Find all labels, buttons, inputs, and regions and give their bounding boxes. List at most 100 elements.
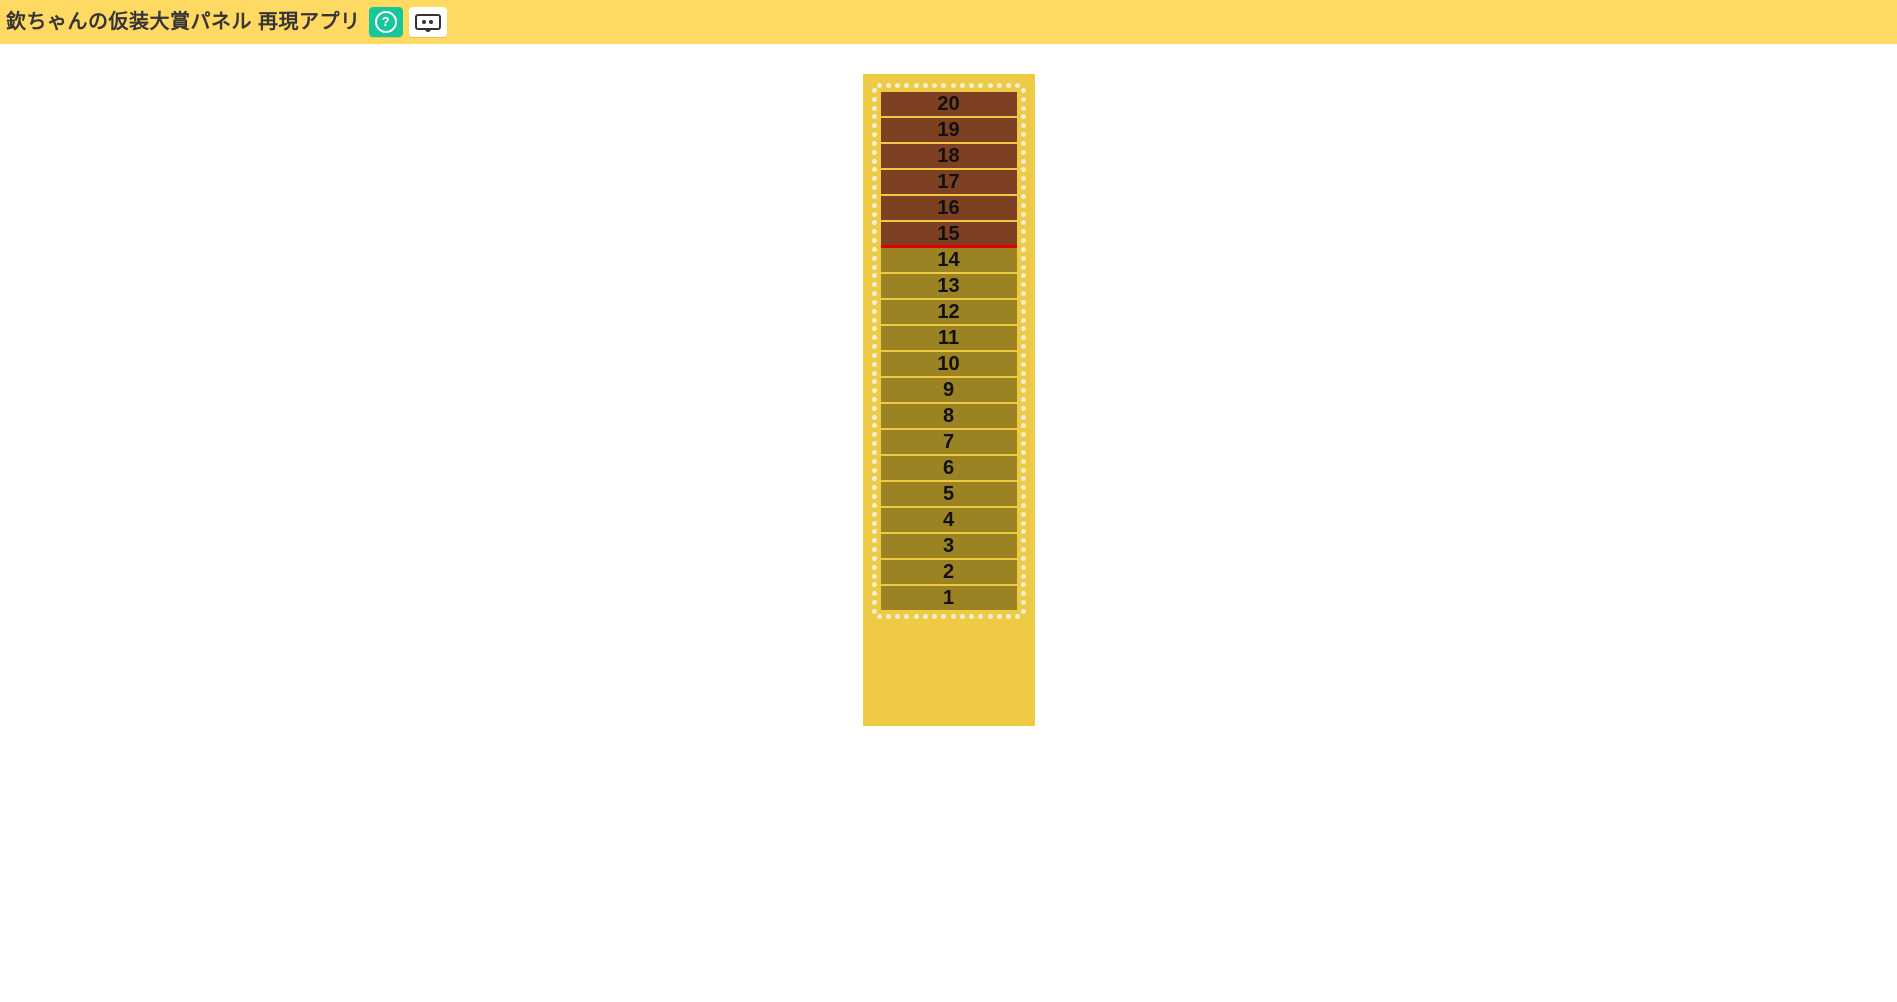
panel-dot	[872, 547, 877, 552]
panel-dot	[1021, 485, 1026, 490]
panel-dot	[872, 468, 877, 473]
panel-dot	[872, 476, 877, 481]
panel-dot	[1021, 468, 1026, 473]
panel-dot	[904, 83, 909, 88]
panel-dot	[1021, 185, 1026, 190]
panel-dot	[1021, 600, 1026, 605]
panel-dot	[872, 212, 877, 217]
panel-dot	[1021, 229, 1026, 234]
score-bar[interactable]: 16	[881, 196, 1017, 220]
panel-dot	[872, 538, 877, 543]
panel-dot	[1021, 512, 1026, 517]
panel-dot	[1021, 547, 1026, 552]
panel-dot	[1021, 335, 1026, 340]
panel-dot	[1021, 574, 1026, 579]
panel-dot	[1021, 406, 1026, 411]
panel-dot	[932, 614, 937, 619]
panel-dot	[872, 123, 877, 128]
panel-dot	[1021, 194, 1026, 199]
score-bar[interactable]: 19	[881, 118, 1017, 142]
panel-dot	[872, 415, 877, 420]
panel-dot	[1021, 167, 1026, 172]
score-panel-inner: 2019181716151413121110987654321	[875, 86, 1023, 616]
header-buttons: ?	[369, 7, 447, 37]
score-bar[interactable]: 3	[881, 534, 1017, 558]
panel-dot	[872, 318, 877, 323]
panel-dot	[872, 229, 877, 234]
app-header: 欽ちゃんの仮装大賞パネル 再現アプリ ?	[0, 0, 1897, 44]
panel-dot	[872, 265, 877, 270]
panel-dot	[1021, 203, 1026, 208]
panel-dot	[872, 88, 877, 93]
controller-button[interactable]	[409, 7, 447, 37]
panel-dot	[872, 176, 877, 181]
panel-dot	[872, 141, 877, 146]
controller-icon	[415, 14, 441, 30]
panel-dot	[1021, 538, 1026, 543]
panel-dot	[886, 614, 891, 619]
score-bar[interactable]: 12	[881, 300, 1017, 324]
panel-dot	[872, 106, 877, 111]
panel-dot	[932, 83, 937, 88]
panel-dot	[872, 582, 877, 587]
panel-dot	[1021, 326, 1026, 331]
panel-dot	[923, 614, 928, 619]
score-bar[interactable]: 15	[881, 222, 1017, 246]
score-bar[interactable]: 11	[881, 326, 1017, 350]
panel-dot	[1021, 441, 1026, 446]
panel-dot	[1021, 353, 1026, 358]
panel-dot	[872, 344, 877, 349]
panel-dot	[969, 614, 974, 619]
panel-dot	[1006, 83, 1011, 88]
panel-dot	[872, 256, 877, 261]
panel-dot	[872, 282, 877, 287]
panel-dot	[872, 609, 877, 614]
panel-dot	[1021, 423, 1026, 428]
score-bar[interactable]: 1	[881, 586, 1017, 610]
score-bar[interactable]: 18	[881, 144, 1017, 168]
panel-dot	[1021, 220, 1026, 225]
score-bar[interactable]: 2	[881, 560, 1017, 584]
panel-dot	[872, 494, 877, 499]
panel-dot	[872, 371, 877, 376]
panel-dot	[877, 614, 882, 619]
panel-dot	[872, 529, 877, 534]
panel-dot	[1006, 614, 1011, 619]
score-bar[interactable]: 8	[881, 404, 1017, 428]
score-bar[interactable]: 14	[881, 248, 1017, 272]
panel-dot	[1021, 388, 1026, 393]
panel-dot	[1021, 494, 1026, 499]
panel-dot	[1021, 556, 1026, 561]
panel-dot	[1021, 565, 1026, 570]
score-bar[interactable]: 9	[881, 378, 1017, 402]
score-bar[interactable]: 6	[881, 456, 1017, 480]
score-bar[interactable]: 10	[881, 352, 1017, 376]
panel-dot	[1021, 273, 1026, 278]
panel-dot	[872, 406, 877, 411]
score-bar[interactable]: 5	[881, 482, 1017, 506]
panel-dots-left	[872, 86, 877, 616]
panel-dots-top	[875, 83, 1023, 88]
score-bar[interactable]: 7	[881, 430, 1017, 454]
panel-dot	[1021, 291, 1026, 296]
score-bar[interactable]: 20	[881, 92, 1017, 116]
panel-dot	[1021, 265, 1026, 270]
panel-dot	[872, 335, 877, 340]
score-bar[interactable]: 4	[881, 508, 1017, 532]
panel-dot	[960, 83, 965, 88]
panel-dot	[1021, 256, 1026, 261]
panel-dot	[1021, 362, 1026, 367]
panel-dot	[1021, 300, 1026, 305]
score-bar[interactable]: 13	[881, 274, 1017, 298]
score-panel[interactable]: 2019181716151413121110987654321	[863, 74, 1035, 726]
panel-dots-bottom	[875, 614, 1023, 619]
panel-dot	[1021, 141, 1026, 146]
panel-dot	[997, 83, 1002, 88]
stage: 2019181716151413121110987654321	[0, 44, 1897, 826]
score-bar[interactable]: 17	[881, 170, 1017, 194]
panel-dot	[1021, 176, 1026, 181]
help-button[interactable]: ?	[369, 7, 403, 37]
panel-dot	[872, 441, 877, 446]
panel-dot	[1021, 212, 1026, 217]
panel-dot	[1021, 159, 1026, 164]
